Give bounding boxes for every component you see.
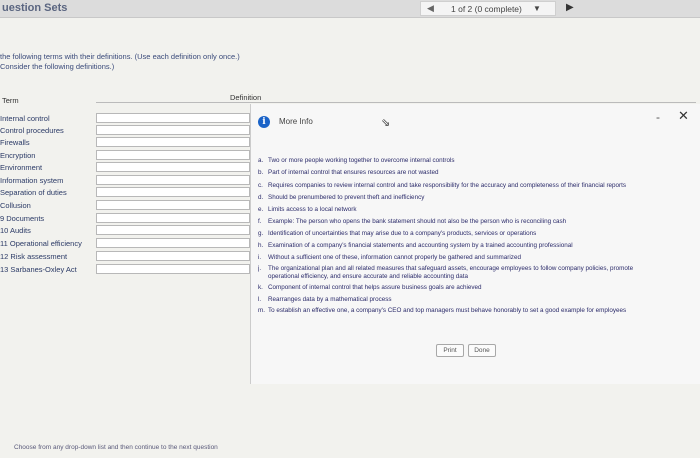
term-label: 10 Audits xyxy=(0,226,31,235)
definition-select[interactable] xyxy=(96,113,250,123)
definition-item: d. Should be prenumbered to prevent theft… xyxy=(258,194,425,201)
term-label: Separation of duties xyxy=(0,188,67,197)
term-label: 13 Sarbanes-Oxley Act xyxy=(0,265,77,274)
mouse-cursor-icon: ⇘ xyxy=(381,117,391,129)
term-label: Internal control xyxy=(0,114,50,123)
more-info-title: More Info xyxy=(279,117,313,126)
definition-select[interactable] xyxy=(96,225,250,235)
definition-item: i. Without a sufficient one of these, inf… xyxy=(258,254,521,261)
definition-item: f. Example: The person who opens the bank… xyxy=(258,218,567,225)
definition-select[interactable] xyxy=(96,251,250,261)
header-divider xyxy=(96,102,696,103)
done-button[interactable]: Done xyxy=(468,344,496,357)
definition-item: j. The organizational plan and all relate… xyxy=(258,265,634,272)
definition-item-continued: operational efficiency, and ensure accur… xyxy=(268,273,469,280)
question-set-title: uestion Sets xyxy=(2,2,68,14)
term-label: 11 Operational efficiency xyxy=(0,239,82,248)
definition-item: b. Part of internal control that ensures … xyxy=(258,169,439,176)
definition-item: k. Component of internal control that hel… xyxy=(258,284,482,291)
definition-select[interactable] xyxy=(96,200,250,210)
definition-item: l. Rearranges data by a mathematical proc… xyxy=(258,296,392,303)
footer-hint: Choose from any drop-down list and then … xyxy=(14,444,218,451)
definition-item: c. Requires companies to review internal … xyxy=(258,182,627,189)
definition-select[interactable] xyxy=(96,137,250,147)
info-icon: i xyxy=(258,116,270,128)
definition-item: m. To establish an effective one, a compa… xyxy=(258,307,627,314)
term-label: 9 Documents xyxy=(0,214,45,223)
next-question-icon[interactable]: ▶ xyxy=(566,2,574,13)
definition-item: e. Limits access to a local network xyxy=(258,206,357,213)
previous-question-icon[interactable]: ◀ xyxy=(427,3,434,14)
top-bar: uestion Sets ◀ 1 of 2 (0 complete) ▼ ▶ xyxy=(0,0,700,18)
definition-item: h. Examination of a company's financial s… xyxy=(258,242,573,249)
definition-select[interactable] xyxy=(96,162,250,172)
close-icon[interactable]: ✕ xyxy=(678,108,689,124)
term-label: Information system xyxy=(0,176,64,185)
term-label: Collusion xyxy=(0,201,31,210)
definition-select[interactable] xyxy=(96,187,250,197)
term-label: Environment xyxy=(0,163,43,172)
definition-select[interactable] xyxy=(96,213,250,223)
definition-select[interactable] xyxy=(96,150,250,160)
instruction-line-1: the following terms with their definitio… xyxy=(0,52,240,61)
print-button[interactable]: Print xyxy=(436,344,464,357)
term-label: Firewalls xyxy=(0,138,30,147)
pager-status: 1 of 2 (0 complete) xyxy=(451,4,522,14)
definition-item: a. Two or more people working together to… xyxy=(258,157,455,164)
definition-select[interactable] xyxy=(96,125,250,135)
term-label: 12 Risk assessment xyxy=(0,252,68,261)
definition-select[interactable] xyxy=(96,175,250,185)
term-label: Control procedures xyxy=(0,126,64,135)
definition-column-header: Definition xyxy=(230,93,262,102)
term-label: Encryption xyxy=(0,151,36,160)
definition-select[interactable] xyxy=(96,238,250,248)
instruction-line-2: Consider the following definitions.) xyxy=(0,62,115,71)
definition-item: g. Identification of uncertainties that m… xyxy=(258,230,537,237)
minimize-icon[interactable]: - xyxy=(656,110,660,124)
definition-select[interactable] xyxy=(96,264,250,274)
term-column-header: Term xyxy=(2,96,19,105)
question-pager[interactable]: ◀ 1 of 2 (0 complete) ▼ ▶ xyxy=(420,1,574,16)
chevron-down-icon[interactable]: ▼ xyxy=(533,4,541,13)
